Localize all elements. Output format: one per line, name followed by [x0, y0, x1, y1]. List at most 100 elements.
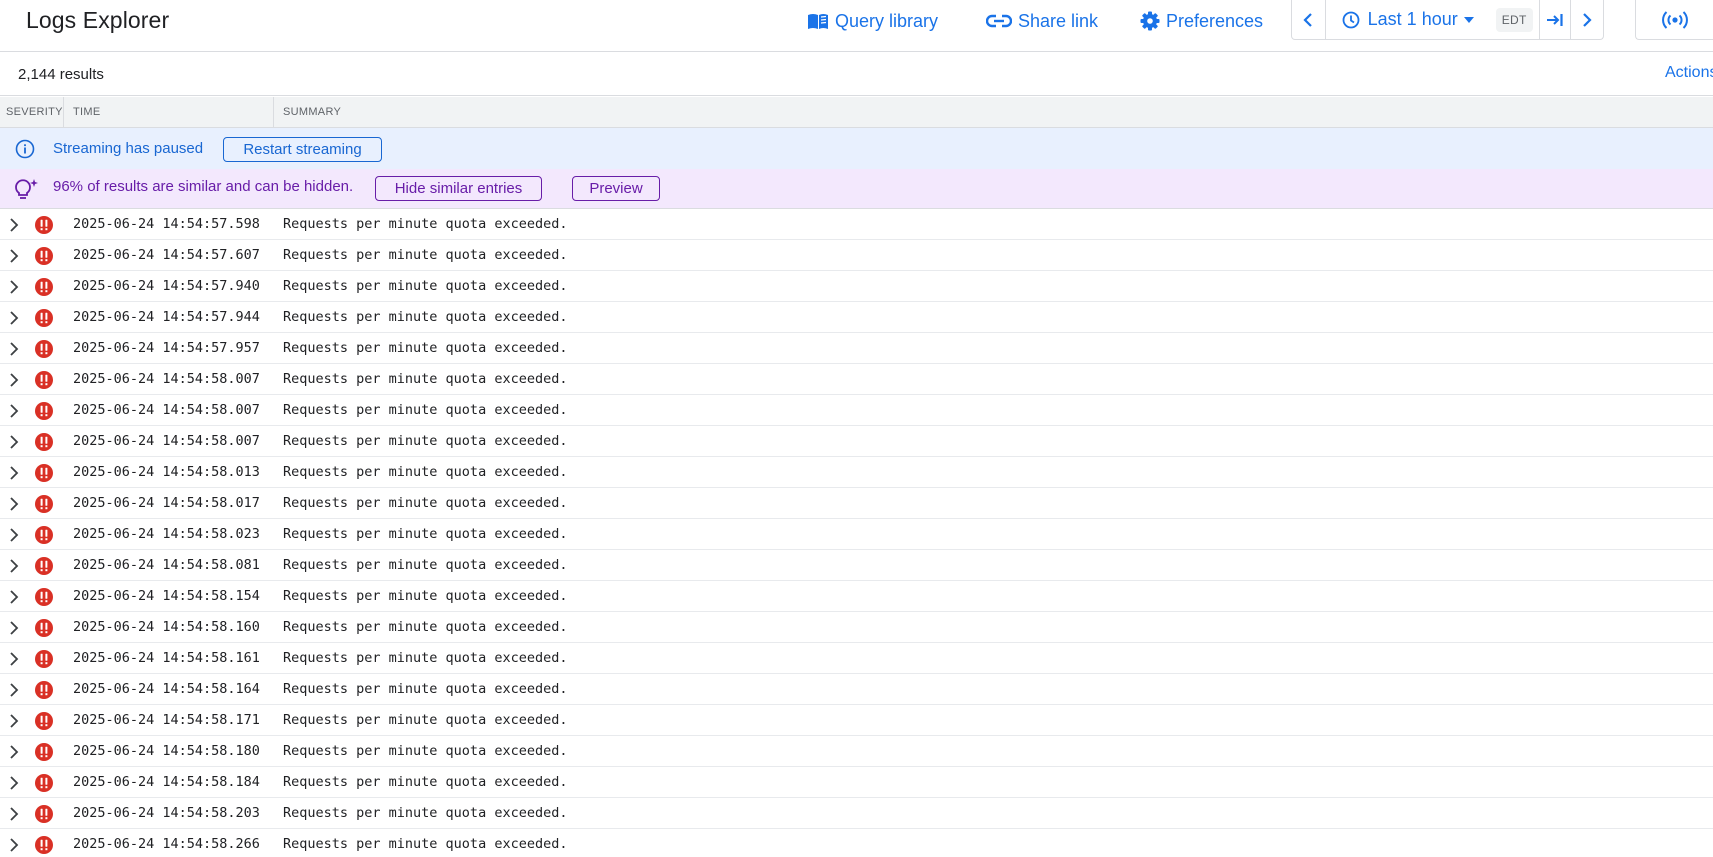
log-summary: Requests per minute quota exceeded. [283, 650, 568, 666]
hide-similar-button[interactable]: Hide similar entries [375, 176, 542, 201]
log-timestamp: 2025-06-24 14:54:58.184 [73, 774, 260, 790]
chevron-right-icon[interactable] [8, 558, 20, 574]
chevron-right-icon[interactable] [8, 403, 20, 419]
results-count: 2,144 results [18, 66, 104, 83]
log-row[interactable]: 2025-06-24 14:54:58.266 Requests per min… [0, 829, 1713, 857]
page-title: Logs Explorer [26, 7, 170, 33]
log-row[interactable]: 2025-06-24 14:54:58.171 Requests per min… [0, 705, 1713, 736]
chevron-right-icon[interactable] [8, 744, 20, 760]
link-icon [986, 14, 1012, 28]
log-row[interactable]: 2025-06-24 14:54:58.017 Requests per min… [0, 488, 1713, 519]
chevron-right-icon[interactable] [8, 527, 20, 543]
log-timestamp: 2025-06-24 14:54:58.266 [73, 836, 260, 852]
log-row[interactable]: 2025-06-24 14:54:58.013 Requests per min… [0, 457, 1713, 488]
actions-button[interactable]: Actions [1665, 64, 1713, 82]
log-row[interactable]: 2025-06-24 14:54:58.007 Requests per min… [0, 364, 1713, 395]
preferences-button[interactable]: Preferences [1140, 8, 1263, 34]
log-summary: Requests per minute quota exceeded. [283, 774, 568, 790]
log-row[interactable]: 2025-06-24 14:54:58.007 Requests per min… [0, 426, 1713, 457]
log-row[interactable]: 2025-06-24 14:54:58.180 Requests per min… [0, 736, 1713, 767]
log-summary: Requests per minute quota exceeded. [283, 433, 568, 449]
error-severity-icon [35, 464, 53, 482]
previous-range-button[interactable] [1292, 0, 1326, 39]
log-summary: Requests per minute quota exceeded. [283, 681, 568, 697]
streaming-icon [1661, 10, 1688, 29]
log-timestamp: 2025-06-24 14:54:58.154 [73, 588, 260, 604]
time-range-selector[interactable]: Last 1 hour EDT [1326, 0, 1540, 39]
log-summary: Requests per minute quota exceeded. [283, 712, 568, 728]
log-list: 2025-06-24 14:54:57.598 Requests per min… [0, 209, 1713, 857]
jump-to-now-button[interactable] [1540, 0, 1572, 39]
log-row[interactable]: 2025-06-24 14:54:58.161 Requests per min… [0, 643, 1713, 674]
log-summary: Requests per minute quota exceeded. [283, 464, 568, 480]
book-icon [808, 14, 828, 29]
chevron-right-icon[interactable] [8, 806, 20, 822]
column-severity[interactable]: SEVERITY [0, 97, 64, 127]
log-summary: Requests per minute quota exceeded. [283, 526, 568, 542]
caret-down-icon [1463, 16, 1474, 23]
preview-button[interactable]: Preview [572, 176, 660, 201]
chevron-right-icon[interactable] [8, 589, 20, 605]
log-timestamp: 2025-06-24 14:54:58.203 [73, 805, 260, 821]
info-icon [15, 139, 35, 159]
log-row[interactable]: 2025-06-24 14:54:57.598 Requests per min… [0, 209, 1713, 240]
chevron-right-icon[interactable] [8, 434, 20, 450]
chevron-right-icon[interactable] [8, 775, 20, 791]
log-timestamp: 2025-06-24 14:54:58.007 [73, 371, 260, 387]
share-link-button[interactable]: Share link [986, 8, 1098, 34]
log-timestamp: 2025-06-24 14:54:57.598 [73, 216, 260, 232]
chevron-right-icon[interactable] [8, 341, 20, 357]
next-range-button[interactable] [1571, 0, 1603, 39]
log-row[interactable]: 2025-06-24 14:54:57.957 Requests per min… [0, 333, 1713, 364]
error-severity-icon [35, 309, 53, 327]
chevron-right-icon[interactable] [8, 310, 20, 326]
column-time[interactable]: TIME [64, 97, 274, 127]
chevron-right-icon[interactable] [8, 248, 20, 264]
chevron-right-icon[interactable] [8, 651, 20, 667]
log-row[interactable]: 2025-06-24 14:54:58.203 Requests per min… [0, 798, 1713, 829]
query-library-button[interactable]: Query library [807, 8, 938, 34]
error-severity-icon [35, 216, 53, 234]
column-summary[interactable]: SUMMARY [274, 97, 341, 127]
restart-streaming-button[interactable]: Restart streaming [223, 137, 382, 162]
chevron-right-icon[interactable] [8, 837, 20, 853]
log-summary: Requests per minute quota exceeded. [283, 836, 568, 852]
streaming-paused-text: Streaming has paused [53, 140, 204, 157]
log-row[interactable]: 2025-06-24 14:54:58.007 Requests per min… [0, 395, 1713, 426]
log-timestamp: 2025-06-24 14:54:58.164 [73, 681, 260, 697]
chevron-right-icon[interactable] [8, 620, 20, 636]
similar-results-banner: 96% of results are similar and can be hi… [0, 169, 1713, 209]
log-timestamp: 2025-06-24 14:54:58.081 [73, 557, 260, 573]
log-row[interactable]: 2025-06-24 14:54:58.154 Requests per min… [0, 581, 1713, 612]
chevron-right-icon[interactable] [8, 217, 20, 233]
log-timestamp: 2025-06-24 14:54:58.171 [73, 712, 260, 728]
log-row[interactable]: 2025-06-24 14:54:57.607 Requests per min… [0, 240, 1713, 271]
log-row[interactable]: 2025-06-24 14:54:58.081 Requests per min… [0, 550, 1713, 581]
lightbulb-sparkle-icon [15, 179, 38, 199]
share-link-label: Share link [1018, 10, 1099, 31]
log-row[interactable]: 2025-06-24 14:54:58.184 Requests per min… [0, 767, 1713, 798]
error-severity-icon [35, 557, 53, 575]
chevron-right-icon[interactable] [8, 279, 20, 295]
clock-icon [1342, 11, 1360, 28]
chevron-right-icon[interactable] [8, 465, 20, 481]
chevron-right-icon[interactable] [8, 682, 20, 698]
stream-logs-button[interactable] [1635, 0, 1713, 40]
chevron-right-icon[interactable] [8, 496, 20, 512]
preferences-label: Preferences [1166, 10, 1264, 31]
chevron-right-icon[interactable] [8, 372, 20, 388]
log-summary: Requests per minute quota exceeded. [283, 495, 568, 511]
log-row[interactable]: 2025-06-24 14:54:58.160 Requests per min… [0, 612, 1713, 643]
error-severity-icon [35, 433, 53, 451]
log-row[interactable]: 2025-06-24 14:54:58.023 Requests per min… [0, 519, 1713, 550]
log-row[interactable]: 2025-06-24 14:54:58.164 Requests per min… [0, 674, 1713, 705]
log-timestamp: 2025-06-24 14:54:58.017 [73, 495, 260, 511]
log-row[interactable]: 2025-06-24 14:54:57.940 Requests per min… [0, 271, 1713, 302]
chevron-right-icon[interactable] [8, 713, 20, 729]
column-header: SEVERITY TIME SUMMARY [0, 97, 1713, 128]
log-row[interactable]: 2025-06-24 14:54:57.944 Requests per min… [0, 302, 1713, 333]
log-summary: Requests per minute quota exceeded. [283, 743, 568, 759]
error-severity-icon [35, 371, 53, 389]
log-timestamp: 2025-06-24 14:54:58.013 [73, 464, 260, 480]
gear-icon [1140, 11, 1160, 31]
